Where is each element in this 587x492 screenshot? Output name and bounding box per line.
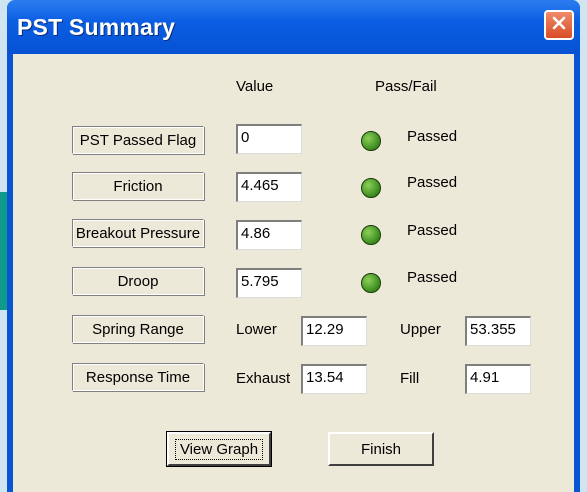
close-button[interactable] [544,10,574,40]
pass-fail-column-header: Pass/Fail [375,78,437,95]
spring-range-upper-field[interactable]: 53.355 [465,316,531,346]
breakout-pressure-label: Breakout Pressure [72,219,204,247]
view-graph-button[interactable]: View Graph [166,431,272,467]
spring-range-label: Spring Range [72,315,204,343]
droop-status: Passed [407,269,458,286]
row-label-text: Friction [113,177,163,195]
upper-label: Upper [400,321,441,338]
dialog-body: Value Pass/Fail PST Passed Flag 0 Passed… [13,54,574,492]
pst-passed-flag-status: Passed [407,128,458,145]
droop-label: Droop [72,267,204,295]
row-label-text: Breakout Pressure [75,224,201,242]
row-label-text: Response Time [85,368,191,386]
value-column-header: Value [236,78,274,95]
row-label-text: Droop [117,272,159,290]
pst-summary-window: PST Summary Value Pass/Fail PST Passed F… [7,0,580,492]
friction-status: Passed [407,174,458,191]
friction-field[interactable]: 4.465 [236,172,302,202]
finish-button[interactable]: Finish [328,432,434,466]
pass-indicator-led [361,131,381,151]
response-time-label: Response Time [72,363,204,391]
finish-label: Finish [360,440,401,458]
row-label-text: PST Passed Flag [79,131,197,149]
window-title: PST Summary [17,14,176,40]
breakout-pressure-field[interactable]: 4.86 [236,220,302,250]
row-label-text: Spring Range [92,320,184,338]
close-icon [551,15,567,36]
droop-field[interactable]: 5.795 [236,268,302,298]
pst-passed-flag-field[interactable]: 0 [236,124,302,154]
exhaust-label: Exhaust [236,370,291,387]
fill-label: Fill [400,370,420,387]
friction-label: Friction [72,172,204,200]
lower-label: Lower [236,321,277,338]
pst-passed-flag-label: PST Passed Flag [72,126,204,154]
response-time-fill-field[interactable]: 4.91 [465,364,531,394]
title-bar[interactable]: PST Summary [7,0,580,54]
pass-indicator-led [361,225,381,245]
breakout-pressure-status: Passed [407,222,458,239]
spring-range-lower-field[interactable]: 12.29 [301,316,367,346]
pass-indicator-led [361,273,381,293]
pass-indicator-led [361,178,381,198]
response-time-exhaust-field[interactable]: 13.54 [301,364,367,394]
view-graph-label: View Graph [174,438,264,460]
